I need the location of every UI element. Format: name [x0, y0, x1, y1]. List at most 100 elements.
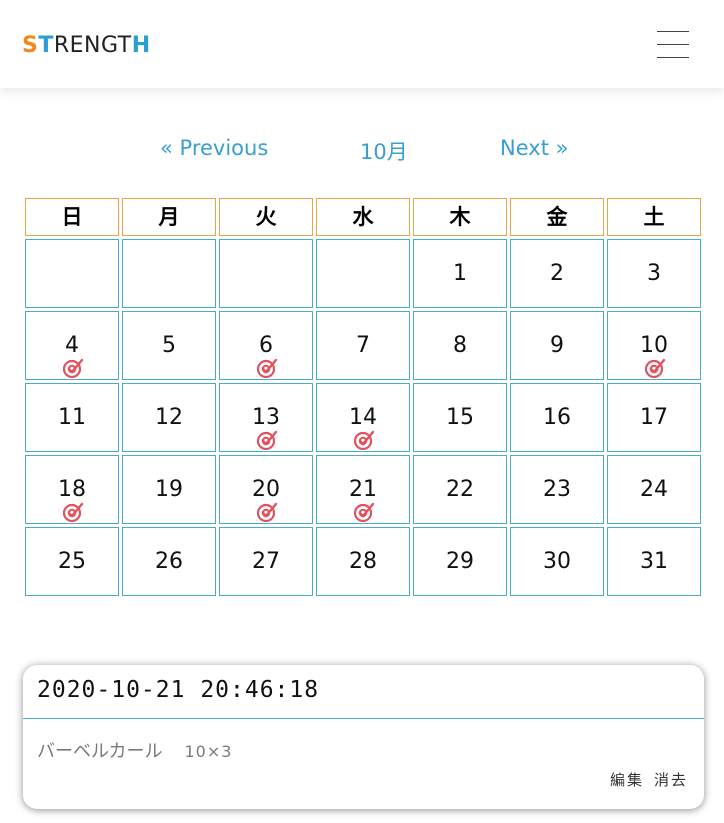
day-number: 3	[647, 261, 661, 286]
hamburger-menu-icon[interactable]	[657, 31, 689, 58]
target-check-icon	[62, 358, 84, 378]
calendar-day-cell[interactable]: 21	[316, 455, 410, 524]
calendar-empty-cell	[219, 239, 313, 308]
day-number: 29	[446, 549, 474, 574]
day-number: 9	[550, 333, 564, 358]
day-number: 20	[252, 477, 280, 502]
logo-middle: RENGT	[53, 33, 132, 58]
calendar-day-cell[interactable]: 10	[607, 311, 701, 380]
calendar-day-cell[interactable]: 29	[413, 527, 507, 596]
day-number: 4	[65, 333, 79, 358]
exercise-name: バーベルカール	[37, 741, 163, 762]
day-number: 21	[349, 477, 377, 502]
weekday-header-row: 日月火水木金土	[25, 198, 701, 236]
calendar-day-cell[interactable]: 2	[510, 239, 604, 308]
calendar-day-cell[interactable]: 18	[25, 455, 119, 524]
calendar-day-cell[interactable]: 24	[607, 455, 701, 524]
day-number: 24	[640, 477, 668, 502]
calendar-day-cell[interactable]: 13	[219, 383, 313, 452]
delete-button[interactable]: 消去	[654, 771, 688, 789]
calendar-day-cell[interactable]: 27	[219, 527, 313, 596]
calendar-day-cell[interactable]: 1	[413, 239, 507, 308]
edit-button[interactable]: 編集	[610, 771, 644, 789]
day-number: 10	[640, 333, 668, 358]
weekday-header: 金	[510, 198, 604, 236]
weekday-header: 水	[316, 198, 410, 236]
calendar-day-cell[interactable]: 25	[25, 527, 119, 596]
calendar-day-cell[interactable]: 28	[316, 527, 410, 596]
target-check-icon	[644, 358, 666, 378]
calendar-day-cell[interactable]: 3	[607, 239, 701, 308]
weekday-header: 火	[219, 198, 313, 236]
calendar-day-cell[interactable]: 9	[510, 311, 604, 380]
target-check-icon	[256, 502, 278, 522]
day-number: 12	[155, 405, 183, 430]
day-number: 6	[259, 333, 273, 358]
weekday-header: 土	[607, 198, 701, 236]
calendar-day-cell[interactable]: 16	[510, 383, 604, 452]
calendar-day-cell[interactable]: 31	[607, 527, 701, 596]
calendar-week-row: 18 19 20 21 22 23 24	[25, 455, 701, 524]
calendar-day-cell[interactable]: 20	[219, 455, 313, 524]
day-number: 30	[543, 549, 571, 574]
calendar-day-cell[interactable]: 12	[122, 383, 216, 452]
calendar-day-cell[interactable]: 5	[122, 311, 216, 380]
weekday-header: 日	[25, 198, 119, 236]
next-month-link[interactable]: Next »	[500, 136, 568, 160]
day-number: 11	[58, 405, 86, 430]
day-number: 22	[446, 477, 474, 502]
app-logo[interactable]: STRENGTH	[22, 33, 151, 58]
day-number: 13	[252, 405, 280, 430]
target-check-icon	[62, 502, 84, 522]
calendar-day-cell[interactable]: 7	[316, 311, 410, 380]
calendar-empty-cell	[122, 239, 216, 308]
calendar-day-cell[interactable]: 4	[25, 311, 119, 380]
day-number: 28	[349, 549, 377, 574]
calendar-day-cell[interactable]: 23	[510, 455, 604, 524]
calendar-empty-cell	[316, 239, 410, 308]
calendar-day-cell[interactable]: 8	[413, 311, 507, 380]
calendar-week-row: 1 2 3	[25, 239, 701, 308]
day-number: 17	[640, 405, 668, 430]
calendar-day-cell[interactable]: 11	[25, 383, 119, 452]
calendar-day-cell[interactable]: 30	[510, 527, 604, 596]
month-navigation: « Previous 10月 Next »	[0, 136, 724, 166]
logo-letter-t: T	[38, 33, 54, 58]
record-timestamp: 2020-10-21 20:46:18	[37, 677, 320, 703]
target-check-icon	[256, 358, 278, 378]
day-number: 27	[252, 549, 280, 574]
calendar-day-cell[interactable]: 14	[316, 383, 410, 452]
exercise-reps: 10×3	[184, 742, 233, 761]
calendar: 日月火水木金土 1 2 3 4 5 6 7 8 9 10 11 12 13 14 15 16 17 18 19 20 2…	[25, 198, 701, 599]
calendar-day-cell[interactable]: 15	[413, 383, 507, 452]
current-month-label: 10月	[360, 140, 408, 164]
calendar-day-cell[interactable]: 26	[122, 527, 216, 596]
day-number: 18	[58, 477, 86, 502]
day-number: 8	[453, 333, 467, 358]
calendar-day-cell[interactable]: 22	[413, 455, 507, 524]
target-check-icon	[353, 430, 375, 450]
calendar-week-row: 25 26 27 28 29 30 31	[25, 527, 701, 596]
calendar-day-cell[interactable]: 6	[219, 311, 313, 380]
record-actions: 編集 消去	[610, 769, 688, 790]
calendar-day-cell[interactable]: 19	[122, 455, 216, 524]
target-check-icon	[353, 502, 375, 522]
day-number: 26	[155, 549, 183, 574]
weekday-header: 木	[413, 198, 507, 236]
day-number: 15	[446, 405, 474, 430]
calendar-empty-cell	[25, 239, 119, 308]
calendar-week-row: 11 12 13 14 15 16 17	[25, 383, 701, 452]
day-number: 31	[640, 549, 668, 574]
day-number: 7	[356, 333, 370, 358]
weekday-header: 月	[122, 198, 216, 236]
day-number: 5	[162, 333, 176, 358]
calendar-day-cell[interactable]: 17	[607, 383, 701, 452]
previous-month-link[interactable]: « Previous	[160, 136, 268, 160]
day-number: 16	[543, 405, 571, 430]
card-divider	[23, 718, 704, 719]
day-number: 2	[550, 261, 564, 286]
target-check-icon	[256, 430, 278, 450]
record-card: 2020-10-21 20:46:18 バーベルカール 10×3 編集 消去	[23, 665, 704, 809]
day-number: 1	[453, 261, 467, 286]
day-number: 19	[155, 477, 183, 502]
